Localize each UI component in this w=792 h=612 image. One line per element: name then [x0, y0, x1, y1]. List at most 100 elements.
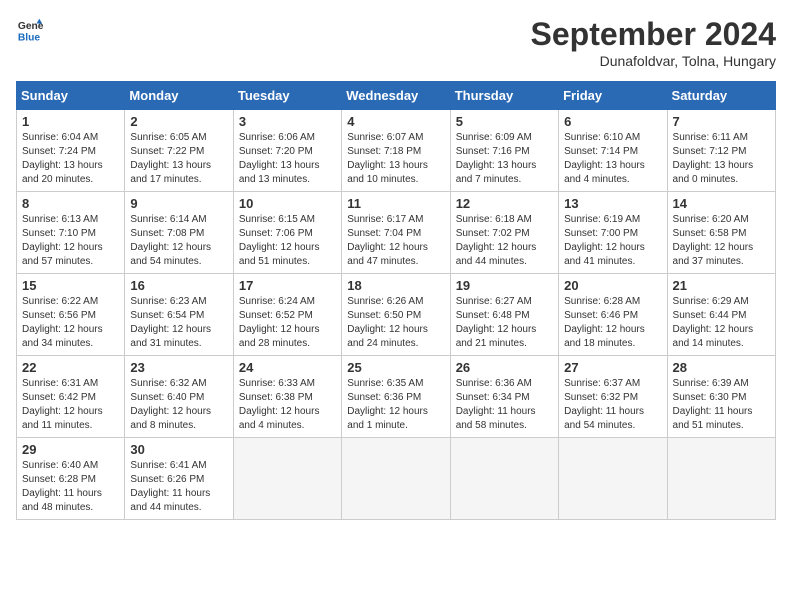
calendar-cell: 22 Sunrise: 6:31 AMSunset: 6:42 PMDaylig… — [17, 356, 125, 438]
day-number: 2 — [130, 114, 227, 129]
day-number: 1 — [22, 114, 119, 129]
day-info: Sunrise: 6:35 AMSunset: 6:36 PMDaylight:… — [347, 377, 444, 433]
calendar-cell: 24 Sunrise: 6:33 AMSunset: 6:38 PMDaylig… — [233, 356, 341, 438]
header-wednesday: Wednesday — [342, 82, 450, 110]
day-number: 4 — [347, 114, 444, 129]
calendar-cell: 19 Sunrise: 6:27 AMSunset: 6:48 PMDaylig… — [450, 274, 558, 356]
calendar-cell: 13 Sunrise: 6:19 AMSunset: 7:00 PMDaylig… — [559, 192, 667, 274]
header-sunday: Sunday — [17, 82, 125, 110]
calendar-cell: 29 Sunrise: 6:40 AMSunset: 6:28 PMDaylig… — [17, 438, 125, 520]
day-number: 17 — [239, 278, 336, 293]
day-info: Sunrise: 6:04 AMSunset: 7:24 PMDaylight:… — [22, 131, 119, 187]
day-info: Sunrise: 6:23 AMSunset: 6:54 PMDaylight:… — [130, 295, 227, 351]
month-title: September 2024 — [531, 16, 776, 53]
header-saturday: Saturday — [667, 82, 775, 110]
calendar-week-1: 1 Sunrise: 6:04 AMSunset: 7:24 PMDayligh… — [17, 110, 776, 192]
calendar-cell — [559, 438, 667, 520]
day-info: Sunrise: 6:19 AMSunset: 7:00 PMDaylight:… — [564, 213, 661, 269]
calendar-cell: 16 Sunrise: 6:23 AMSunset: 6:54 PMDaylig… — [125, 274, 233, 356]
day-info: Sunrise: 6:14 AMSunset: 7:08 PMDaylight:… — [130, 213, 227, 269]
calendar-week-3: 15 Sunrise: 6:22 AMSunset: 6:56 PMDaylig… — [17, 274, 776, 356]
day-number: 30 — [130, 442, 227, 457]
calendar-week-2: 8 Sunrise: 6:13 AMSunset: 7:10 PMDayligh… — [17, 192, 776, 274]
day-number: 21 — [673, 278, 770, 293]
day-info: Sunrise: 6:36 AMSunset: 6:34 PMDaylight:… — [456, 377, 553, 433]
day-number: 7 — [673, 114, 770, 129]
calendar-cell: 21 Sunrise: 6:29 AMSunset: 6:44 PMDaylig… — [667, 274, 775, 356]
day-info: Sunrise: 6:33 AMSunset: 6:38 PMDaylight:… — [239, 377, 336, 433]
calendar-cell: 5 Sunrise: 6:09 AMSunset: 7:16 PMDayligh… — [450, 110, 558, 192]
location: Dunafoldvar, Tolna, Hungary — [531, 53, 776, 69]
day-info: Sunrise: 6:37 AMSunset: 6:32 PMDaylight:… — [564, 377, 661, 433]
calendar-cell: 20 Sunrise: 6:28 AMSunset: 6:46 PMDaylig… — [559, 274, 667, 356]
calendar-cell: 7 Sunrise: 6:11 AMSunset: 7:12 PMDayligh… — [667, 110, 775, 192]
day-info: Sunrise: 6:13 AMSunset: 7:10 PMDaylight:… — [22, 213, 119, 269]
day-number: 12 — [456, 196, 553, 211]
day-number: 5 — [456, 114, 553, 129]
calendar-cell: 11 Sunrise: 6:17 AMSunset: 7:04 PMDaylig… — [342, 192, 450, 274]
day-info: Sunrise: 6:32 AMSunset: 6:40 PMDaylight:… — [130, 377, 227, 433]
calendar-cell: 15 Sunrise: 6:22 AMSunset: 6:56 PMDaylig… — [17, 274, 125, 356]
day-info: Sunrise: 6:26 AMSunset: 6:50 PMDaylight:… — [347, 295, 444, 351]
day-number: 9 — [130, 196, 227, 211]
day-info: Sunrise: 6:39 AMSunset: 6:30 PMDaylight:… — [673, 377, 770, 433]
day-info: Sunrise: 6:20 AMSunset: 6:58 PMDaylight:… — [673, 213, 770, 269]
calendar-cell: 23 Sunrise: 6:32 AMSunset: 6:40 PMDaylig… — [125, 356, 233, 438]
calendar-table: Sunday Monday Tuesday Wednesday Thursday… — [16, 81, 776, 520]
logo: General Blue — [16, 16, 44, 44]
calendar-cell: 14 Sunrise: 6:20 AMSunset: 6:58 PMDaylig… — [667, 192, 775, 274]
day-number: 29 — [22, 442, 119, 457]
calendar-cell: 8 Sunrise: 6:13 AMSunset: 7:10 PMDayligh… — [17, 192, 125, 274]
header-friday: Friday — [559, 82, 667, 110]
day-info: Sunrise: 6:40 AMSunset: 6:28 PMDaylight:… — [22, 459, 119, 515]
day-number: 11 — [347, 196, 444, 211]
day-number: 25 — [347, 360, 444, 375]
day-number: 23 — [130, 360, 227, 375]
calendar-cell: 2 Sunrise: 6:05 AMSunset: 7:22 PMDayligh… — [125, 110, 233, 192]
calendar-cell: 17 Sunrise: 6:24 AMSunset: 6:52 PMDaylig… — [233, 274, 341, 356]
day-info: Sunrise: 6:11 AMSunset: 7:12 PMDaylight:… — [673, 131, 770, 187]
calendar-cell: 9 Sunrise: 6:14 AMSunset: 7:08 PMDayligh… — [125, 192, 233, 274]
day-number: 6 — [564, 114, 661, 129]
header-tuesday: Tuesday — [233, 82, 341, 110]
day-info: Sunrise: 6:27 AMSunset: 6:48 PMDaylight:… — [456, 295, 553, 351]
weekday-header-row: Sunday Monday Tuesday Wednesday Thursday… — [17, 82, 776, 110]
day-number: 3 — [239, 114, 336, 129]
calendar-cell — [667, 438, 775, 520]
calendar-cell: 18 Sunrise: 6:26 AMSunset: 6:50 PMDaylig… — [342, 274, 450, 356]
day-number: 18 — [347, 278, 444, 293]
day-number: 19 — [456, 278, 553, 293]
day-number: 14 — [673, 196, 770, 211]
calendar-cell: 26 Sunrise: 6:36 AMSunset: 6:34 PMDaylig… — [450, 356, 558, 438]
day-number: 20 — [564, 278, 661, 293]
day-info: Sunrise: 6:05 AMSunset: 7:22 PMDaylight:… — [130, 131, 227, 187]
calendar-cell: 10 Sunrise: 6:15 AMSunset: 7:06 PMDaylig… — [233, 192, 341, 274]
day-info: Sunrise: 6:06 AMSunset: 7:20 PMDaylight:… — [239, 131, 336, 187]
calendar-cell — [342, 438, 450, 520]
day-info: Sunrise: 6:28 AMSunset: 6:46 PMDaylight:… — [564, 295, 661, 351]
day-info: Sunrise: 6:09 AMSunset: 7:16 PMDaylight:… — [456, 131, 553, 187]
calendar-week-5: 29 Sunrise: 6:40 AMSunset: 6:28 PMDaylig… — [17, 438, 776, 520]
day-info: Sunrise: 6:15 AMSunset: 7:06 PMDaylight:… — [239, 213, 336, 269]
day-info: Sunrise: 6:24 AMSunset: 6:52 PMDaylight:… — [239, 295, 336, 351]
svg-text:Blue: Blue — [18, 32, 41, 43]
calendar-cell: 12 Sunrise: 6:18 AMSunset: 7:02 PMDaylig… — [450, 192, 558, 274]
day-number: 15 — [22, 278, 119, 293]
header-thursday: Thursday — [450, 82, 558, 110]
day-number: 26 — [456, 360, 553, 375]
day-number: 8 — [22, 196, 119, 211]
day-info: Sunrise: 6:22 AMSunset: 6:56 PMDaylight:… — [22, 295, 119, 351]
day-info: Sunrise: 6:41 AMSunset: 6:26 PMDaylight:… — [130, 459, 227, 515]
day-number: 13 — [564, 196, 661, 211]
calendar-cell: 6 Sunrise: 6:10 AMSunset: 7:14 PMDayligh… — [559, 110, 667, 192]
calendar-cell: 1 Sunrise: 6:04 AMSunset: 7:24 PMDayligh… — [17, 110, 125, 192]
day-info: Sunrise: 6:31 AMSunset: 6:42 PMDaylight:… — [22, 377, 119, 433]
header-monday: Monday — [125, 82, 233, 110]
day-info: Sunrise: 6:07 AMSunset: 7:18 PMDaylight:… — [347, 131, 444, 187]
day-number: 28 — [673, 360, 770, 375]
day-number: 22 — [22, 360, 119, 375]
day-number: 10 — [239, 196, 336, 211]
day-info: Sunrise: 6:10 AMSunset: 7:14 PMDaylight:… — [564, 131, 661, 187]
calendar-week-4: 22 Sunrise: 6:31 AMSunset: 6:42 PMDaylig… — [17, 356, 776, 438]
day-info: Sunrise: 6:29 AMSunset: 6:44 PMDaylight:… — [673, 295, 770, 351]
